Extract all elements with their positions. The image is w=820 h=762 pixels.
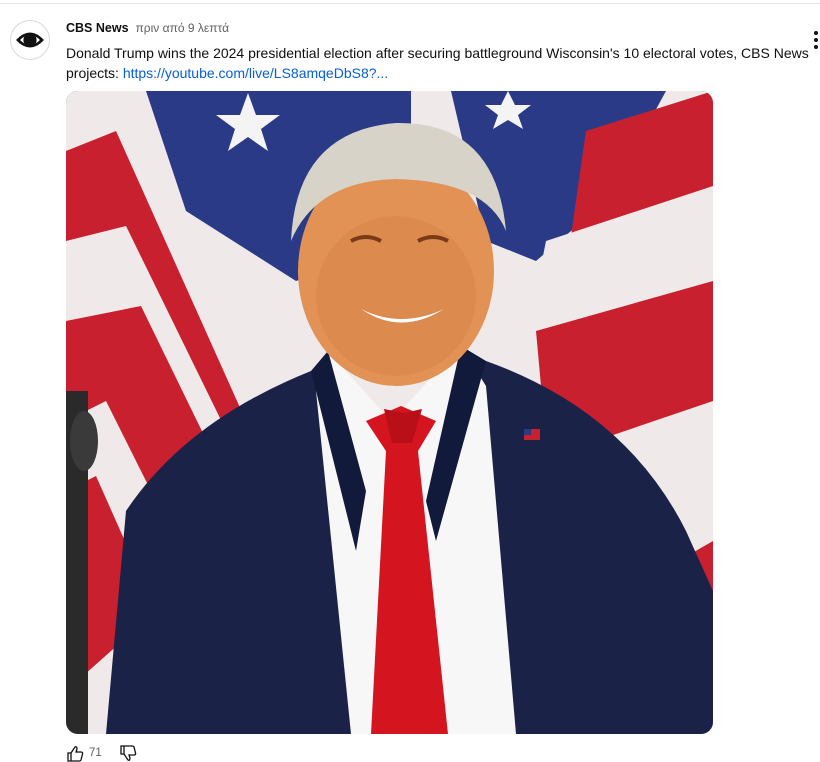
post-link[interactable]: https://youtube.com/live/LS8amqeDbS8?... [123,65,388,81]
post-text: Donald Trump wins the 2024 presidential … [66,43,811,83]
post-image[interactable] [66,91,713,734]
cbs-eye-logo-icon [15,25,45,55]
post-actions: 71 [66,744,137,762]
like-button[interactable]: 71 [66,745,102,762]
post-header: CBS News πριν από 9 λεπτά [66,21,229,37]
channel-name[interactable]: CBS News [66,21,129,35]
dislike-button[interactable] [119,744,137,762]
community-post: CBS News πριν από 9 λεπτά Donald Trump w… [0,0,820,762]
thumbs-up-icon [67,745,84,762]
channel-avatar[interactable] [10,20,50,60]
thumbs-down-icon [120,744,137,761]
vertical-ellipsis-icon [814,31,818,35]
post-timestamp[interactable]: πριν από 9 λεπτά [136,21,229,35]
photo-icon [66,91,713,734]
like-count: 71 [89,747,102,759]
